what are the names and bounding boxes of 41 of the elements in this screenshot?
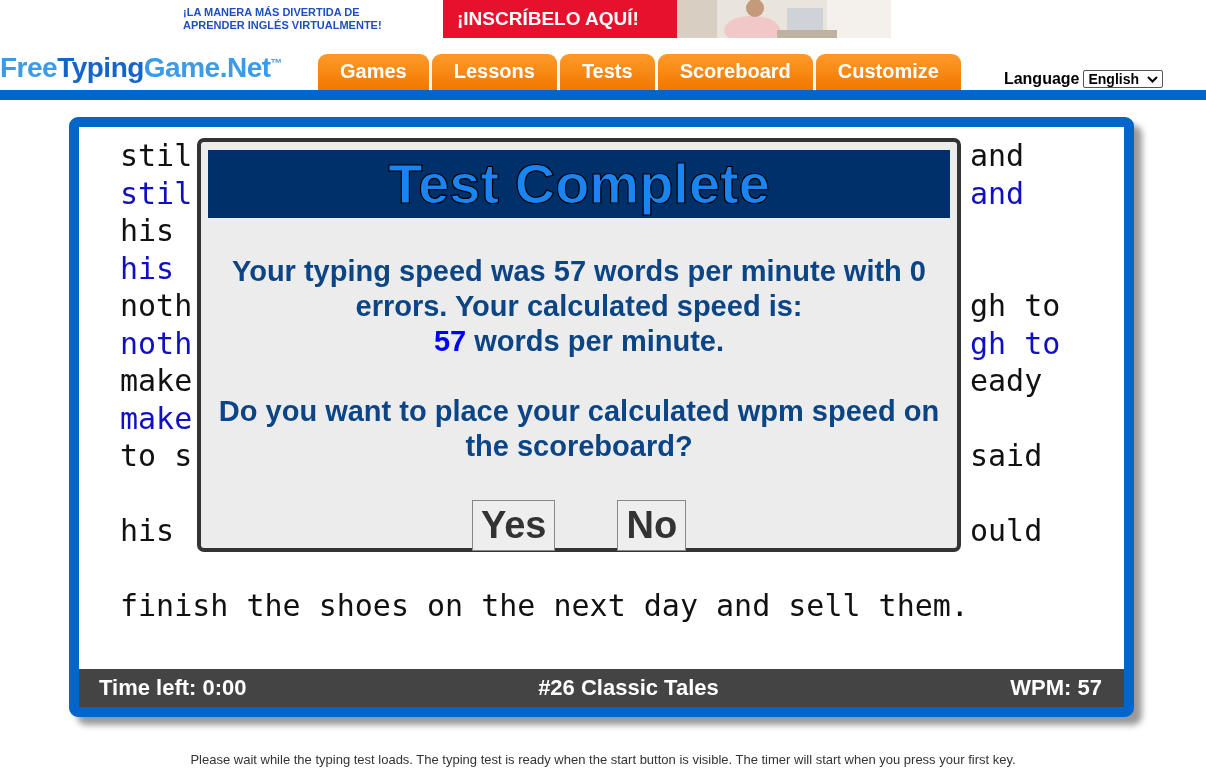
typing-text: his	[120, 512, 175, 550]
nav-tab[interactable]: Scoreboard	[657, 54, 813, 90]
typing-text: make	[120, 399, 193, 437]
dialog-title: Test Complete	[208, 150, 950, 218]
ad-tagline: APRENDER INGLÉS VIRTUALMENTE!	[183, 19, 383, 32]
typing-text: to s	[120, 437, 193, 475]
site-logo[interactable]: FreeTypingGame.Net$^{™}$	[0, 52, 318, 90]
typing-text: finish the shoes on the next day and sell them.	[120, 587, 969, 625]
language-select[interactable]: English	[1083, 70, 1164, 88]
test-name: #26 Classic Tales	[538, 675, 719, 701]
answer-button[interactable]: No	[617, 500, 687, 551]
typing-text: noth	[120, 324, 193, 362]
typing-text: eady	[970, 362, 1043, 400]
calculated-speed: 57	[434, 324, 467, 359]
ad-signup-button[interactable]: ¡INSCRÍBELO AQUÍ!	[443, 0, 677, 38]
scoreboard-question: Do you want to place your calculated wpm speed on the scoreboard?	[217, 394, 941, 464]
language-label: Language	[1003, 70, 1080, 88]
typing-text: stil	[120, 137, 193, 175]
wpm-readout: WPM: 57	[1010, 675, 1102, 701]
typing-text: ould	[970, 512, 1043, 550]
ad-tagline: ¡LA MANERA MÁS DIVERTIDA DE	[183, 6, 361, 19]
nav-tab[interactable]: Tests	[559, 54, 655, 90]
typing-text: his	[120, 249, 175, 287]
chevron-icon	[1147, 75, 1159, 83]
result-message: Your typing speed was 57 words per minute with 0 errors. Your calculated speed is:	[231, 254, 927, 324]
time-left: Time left: 0:00	[99, 675, 247, 701]
typing-text: said	[970, 437, 1043, 475]
answer-button[interactable]: Yes	[471, 500, 556, 551]
loading-note: Please wait while the typing test loads. The typing test is ready when the start button is visible. The timer will start when you press your first key.	[189, 752, 1017, 767]
nav-tab[interactable]: Lessons	[431, 54, 557, 90]
typing-text: stil	[120, 174, 193, 212]
nav-tab[interactable]: Games	[318, 54, 429, 90]
nav-tab[interactable]: Customize	[815, 54, 961, 90]
typing-text: noth	[120, 287, 193, 325]
typing-text: make	[120, 362, 193, 400]
speed-unit: words per minute.	[474, 324, 724, 359]
typing-text: and	[970, 137, 1025, 175]
typing-text: his	[120, 212, 175, 250]
typing-text: gh to	[970, 324, 1061, 362]
typing-text: gh to	[970, 287, 1061, 325]
typing-text: and	[970, 174, 1025, 212]
